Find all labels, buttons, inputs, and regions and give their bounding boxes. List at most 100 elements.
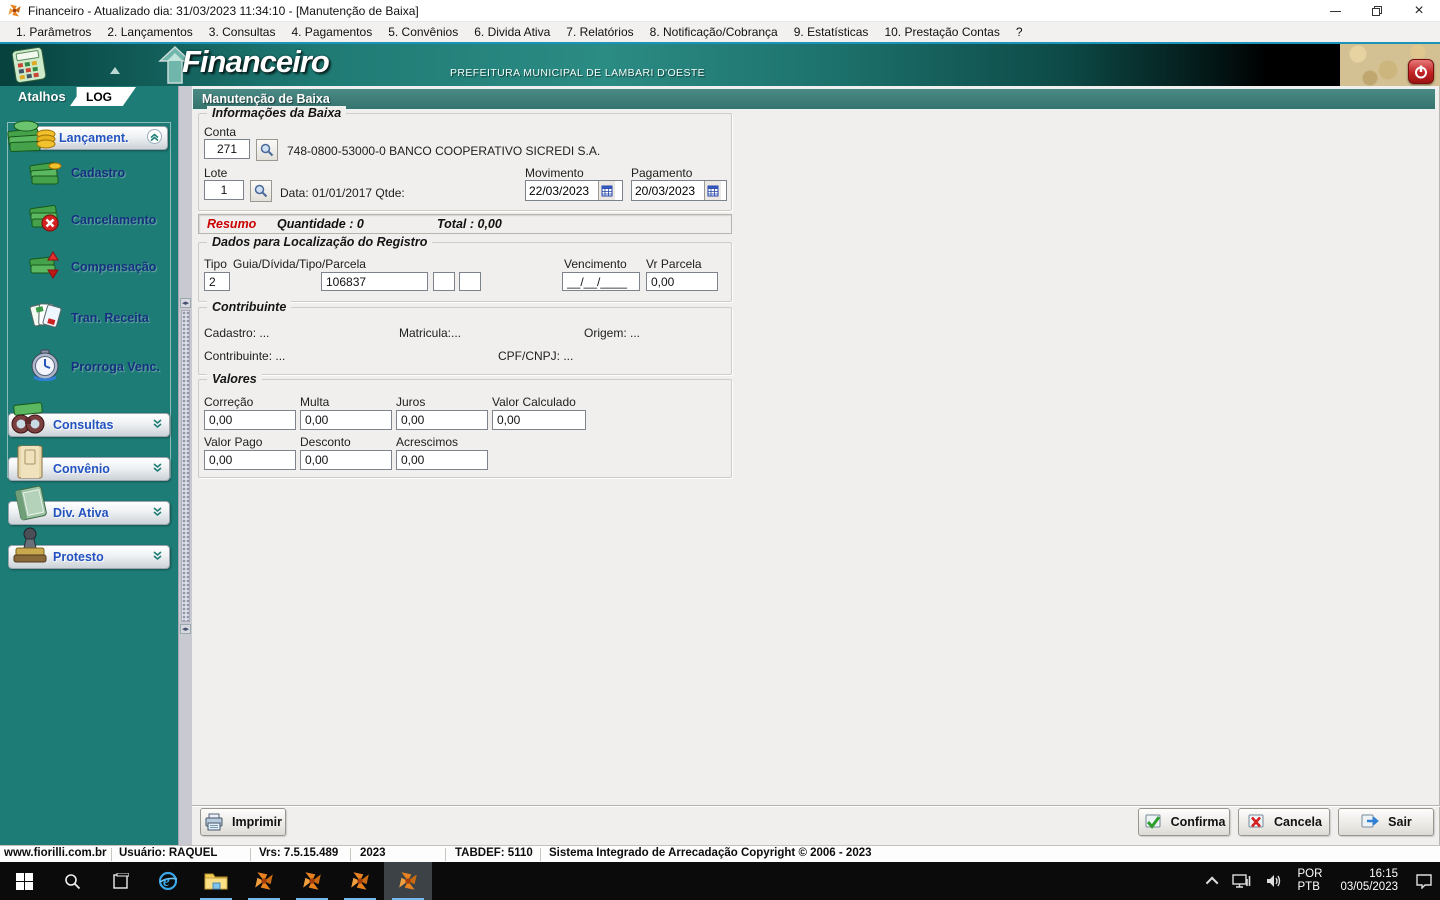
- status-separator: [445, 848, 446, 861]
- fiorilli-app-button-3[interactable]: [336, 862, 384, 900]
- confirma-button[interactable]: Confirma: [1138, 808, 1230, 836]
- sidebar-item-label: Cadastro: [71, 165, 126, 180]
- sair-button[interactable]: Sair: [1338, 808, 1434, 836]
- guia-input[interactable]: [321, 272, 428, 291]
- lote-label: Lote: [204, 166, 228, 180]
- pagamento-calendar-button[interactable]: [704, 181, 721, 200]
- contribuinte-value: Contribuinte: ...: [204, 349, 286, 363]
- tab-log[interactable]: LOG: [70, 87, 136, 106]
- lote-input[interactable]: [204, 180, 244, 200]
- footer-separator: [192, 805, 1440, 807]
- chevron-down-icon[interactable]: [151, 417, 164, 433]
- vencimento-input[interactable]: [562, 272, 640, 291]
- form-title: Manutenção de Baixa: [202, 92, 330, 106]
- menu-relatorios[interactable]: 7. Relatórios: [558, 23, 641, 41]
- sidebar-splitter[interactable]: ◂▸ ◂▸: [178, 86, 192, 845]
- window-titlebar: Financeiro - Atualizado dia: 31/03/2023 …: [0, 0, 1440, 22]
- menu-parametros[interactable]: 1. Parâmetros: [8, 23, 99, 41]
- origem-value: Origem: ...: [584, 326, 641, 340]
- menu-lancamentos[interactable]: 2. Lançamentos: [99, 23, 200, 41]
- desconto-label: Desconto: [300, 435, 351, 449]
- menu-notificacao-cobranca[interactable]: 8. Notificação/Cobrança: [642, 23, 786, 41]
- chevron-up-icon: [1205, 876, 1218, 889]
- main-content: Manutenção de Baixa Informações da Baixa…: [192, 86, 1440, 845]
- network-icon[interactable]: [1225, 862, 1258, 900]
- groupbox-valores: Valores Correção Multa Juros Valor Calcu…: [198, 372, 732, 478]
- cancela-button[interactable]: Cancela: [1238, 808, 1330, 836]
- language-line2: PTB: [1297, 881, 1320, 893]
- receita-cards-icon: [28, 301, 62, 334]
- close-button[interactable]: ×: [1400, 0, 1438, 22]
- menu-convenios[interactable]: 5. Convênios: [380, 23, 466, 41]
- fiorilli-app-button-2[interactable]: [288, 862, 336, 900]
- app-pinwheel-icon: [303, 872, 321, 890]
- sidebar-item-cancelamento[interactable]: Cancelamento: [28, 203, 156, 236]
- chevron-down-icon[interactable]: [151, 461, 164, 477]
- splitter-collapse-arrows[interactable]: ◂▸: [180, 298, 191, 308]
- calculator-icon[interactable]: [8, 46, 50, 87]
- acrescimos-input[interactable]: [396, 450, 488, 470]
- tab-log-label: LOG: [86, 89, 112, 104]
- menu-divida-ativa[interactable]: 6. Divida Ativa: [466, 23, 558, 41]
- menu-estatisticas[interactable]: 9. Estatísticas: [786, 23, 877, 41]
- menu-pagamentos[interactable]: 4. Pagamentos: [283, 23, 380, 41]
- fiorilli-app-button-active[interactable]: [384, 862, 432, 900]
- notification-center-icon[interactable]: [1408, 862, 1440, 900]
- menu-prestacao-contas[interactable]: 10. Prestação Contas: [876, 23, 1007, 41]
- desconto-input[interactable]: [300, 450, 392, 470]
- group-label: Consultas: [53, 418, 114, 432]
- language-indicator[interactable]: POR PTB: [1290, 868, 1331, 894]
- conta-input[interactable]: [204, 139, 250, 159]
- file-explorer-button[interactable]: [192, 862, 240, 900]
- tipo-parcela-input-1[interactable]: [433, 272, 455, 291]
- chevron-down-icon[interactable]: [151, 505, 164, 521]
- movimento-date-input[interactable]: [526, 183, 598, 198]
- fiorilli-app-button-1[interactable]: [240, 862, 288, 900]
- splitter-grip[interactable]: [181, 310, 190, 622]
- splitter-collapse-arrows[interactable]: ◂▸: [180, 624, 191, 634]
- sidebar-item-prorroga-venc[interactable]: Prorroga Venc.: [28, 349, 160, 384]
- groupbox-legend: Informações da Baixa: [207, 106, 347, 120]
- sidebar-item-compensacao[interactable]: Compensação: [28, 250, 156, 283]
- valor-pago-input[interactable]: [204, 450, 296, 470]
- multa-input[interactable]: [300, 410, 392, 430]
- collapse-arrow-decoration[interactable]: [110, 67, 120, 74]
- taskbar-clock[interactable]: 16:15 03/05/2023: [1330, 868, 1408, 894]
- tray-show-hidden-icons[interactable]: [1202, 862, 1225, 900]
- sidebar-item-cadastro[interactable]: Cadastro: [28, 156, 125, 189]
- power-exit-button[interactable]: [1408, 59, 1434, 84]
- valor-calculado-input[interactable]: [492, 410, 586, 430]
- juros-input[interactable]: [396, 410, 488, 430]
- tipo-parcela-input-2[interactable]: [459, 272, 481, 291]
- cadastro-money-icon: [28, 156, 62, 189]
- movimento-calendar-button[interactable]: [598, 181, 615, 200]
- chevron-up-icon[interactable]: [147, 129, 162, 147]
- minimize-button[interactable]: [1316, 0, 1354, 22]
- clock-time: 16:15: [1369, 868, 1398, 880]
- prorroga-clock-icon: [28, 349, 62, 384]
- sair-label: Sair: [1388, 815, 1412, 829]
- conta-lookup-button[interactable]: [256, 139, 278, 161]
- chevron-down-icon[interactable]: [151, 549, 164, 565]
- correcao-input[interactable]: [204, 410, 296, 430]
- taskbar-search-button[interactable]: [48, 862, 96, 900]
- vr-parcela-input[interactable]: [646, 272, 718, 291]
- volume-icon[interactable]: [1258, 862, 1290, 900]
- imprimir-button[interactable]: Imprimir: [200, 808, 286, 836]
- menu-help[interactable]: ?: [1008, 23, 1031, 41]
- pagamento-date-input[interactable]: [632, 183, 704, 198]
- sidebar-item-label: Cancelamento: [71, 212, 157, 227]
- group-label: Lançament.: [59, 131, 129, 145]
- menu-consultas[interactable]: 3. Consultas: [201, 23, 284, 41]
- lote-lookup-button[interactable]: [250, 180, 272, 202]
- task-view-button[interactable]: [96, 862, 144, 900]
- internet-explorer-button[interactable]: e: [144, 862, 192, 900]
- sidebar-item-tran-receita[interactable]: Tran. Receita: [28, 301, 149, 334]
- restore-button[interactable]: [1358, 0, 1396, 22]
- tipo-input[interactable]: [204, 272, 230, 291]
- valor-calculado-label: Valor Calculado: [492, 395, 576, 409]
- sidebar-item-label: Prorroga Venc.: [71, 359, 160, 374]
- tab-atalhos[interactable]: Atalhos: [18, 89, 66, 104]
- start-button[interactable]: [0, 862, 48, 900]
- sidebar-tabs: Atalhos LOG: [0, 86, 178, 108]
